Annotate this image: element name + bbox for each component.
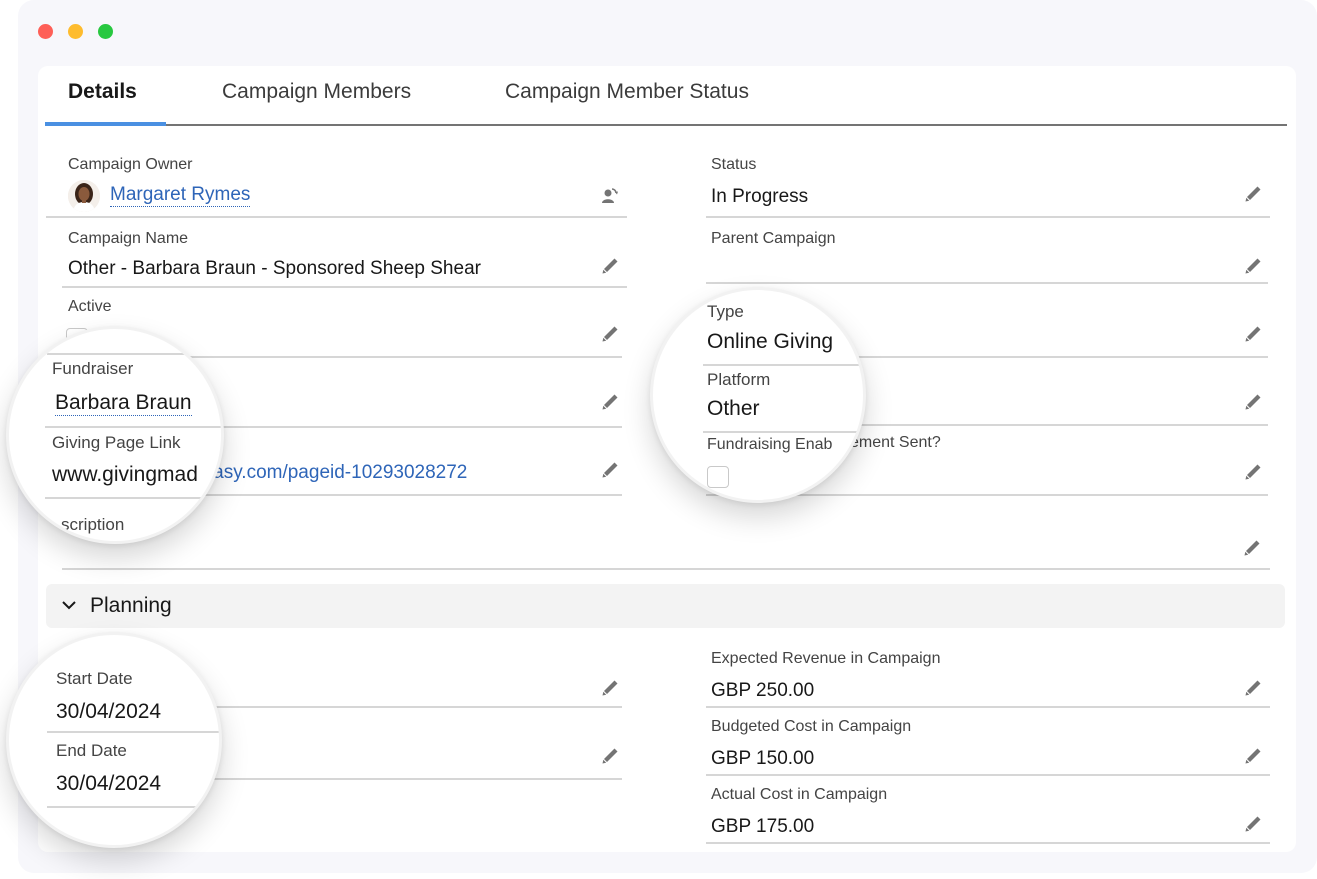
field-label-suffix: ement Sent? [850, 434, 941, 451]
divider [703, 431, 863, 433]
owner-avatar [68, 180, 100, 212]
edit-pencil-icon[interactable] [600, 460, 620, 480]
giving-page-link-suffix[interactable]: eeasy.com/pageid-10293028272 [192, 462, 467, 484]
change-owner-icon[interactable] [600, 186, 620, 206]
fundraiser-label: Fundraiser [52, 359, 134, 378]
edit-pencil-icon[interactable] [1243, 814, 1263, 834]
platform-label: Platform [707, 370, 771, 389]
status-value: In Progress [711, 186, 809, 207]
section-title: Planning [90, 594, 172, 617]
edit-pencil-icon[interactable] [1243, 678, 1263, 698]
tab-campaign-members[interactable]: Campaign Members [222, 66, 411, 124]
magnifier-fundraiser: Fundraiser Barbara Braun Giving Page Lin… [6, 326, 224, 544]
budgeted-cost-value: GBP 150.00 [711, 748, 815, 769]
divider [45, 426, 221, 428]
edit-pencil-icon[interactable] [1243, 746, 1263, 766]
tab-campaign-member-status[interactable]: Campaign Member Status [505, 66, 749, 124]
campaign-name-value: Other - Barbara Braun - Sponsored Sheep … [68, 258, 481, 279]
edit-pencil-icon[interactable] [600, 678, 620, 698]
edit-pencil-icon[interactable] [1243, 462, 1263, 482]
start-date-value: 30/04/2024 [56, 700, 162, 723]
end-date-value: 30/04/2024 [56, 772, 162, 795]
fundraising-enablement-label-prefix: Fundraising Enab [707, 436, 833, 453]
maximize-window-button[interactable] [98, 24, 113, 39]
start-date-label: Start Date [56, 669, 133, 688]
divider [703, 364, 863, 366]
giving-page-link-label: Giving Page Link [52, 433, 181, 452]
planning-section-header[interactable]: Planning [46, 584, 1285, 628]
fundraiser-link[interactable]: Barbara Braun [55, 391, 192, 416]
platform-value: Other [707, 397, 760, 420]
field-label: Active [68, 298, 112, 315]
fundraising-enablement-checkbox[interactable] [707, 466, 729, 488]
campaign-owner-link[interactable]: Margaret Rymes [110, 184, 251, 207]
field-label: Campaign Name [68, 230, 189, 247]
edit-pencil-icon[interactable] [600, 256, 620, 276]
magnifier-dates: Start Date 30/04/2024 End Date 30/04/202… [6, 632, 222, 848]
edit-pencil-icon[interactable] [1243, 256, 1263, 276]
edit-pencil-icon[interactable] [600, 746, 620, 766]
divider [47, 806, 197, 808]
description-label: scription [61, 515, 125, 534]
divider [45, 497, 221, 499]
type-label: Type [707, 302, 744, 321]
divider [47, 731, 219, 733]
expected-revenue-value: GBP 250.00 [711, 680, 815, 701]
field-label: Campaign Owner [68, 156, 193, 173]
field-parent-campaign: Parent Campaign [706, 226, 1268, 284]
field-budgeted-cost: Budgeted Cost in Campaign GBP 150.00 [706, 714, 1270, 776]
close-window-button[interactable] [38, 24, 53, 39]
field-label: Expected Revenue in Campaign [711, 650, 941, 667]
active-tab-indicator [45, 122, 166, 126]
field-campaign-name: Campaign Name Other - Barbara Braun - Sp… [62, 226, 627, 288]
field-status: Status In Progress [706, 150, 1270, 218]
edit-pencil-icon[interactable] [1243, 392, 1263, 412]
edit-pencil-icon[interactable] [1243, 184, 1263, 204]
magnifier-type-platform: Type Online Giving Platform Other Fundra… [650, 287, 866, 503]
tab-bar: Details Campaign Members Campaign Member… [45, 66, 1287, 126]
edit-pencil-icon[interactable] [600, 324, 620, 344]
divider [47, 353, 221, 355]
tab-label: Details [68, 80, 137, 103]
field-label: Parent Campaign [711, 230, 836, 247]
actual-cost-value: GBP 175.00 [711, 816, 815, 837]
edit-pencil-icon[interactable] [1243, 324, 1263, 344]
chevron-down-icon [62, 601, 76, 610]
field-label: Actual Cost in Campaign [711, 786, 888, 803]
tab-label: Campaign Members [222, 80, 412, 103]
field-expected-revenue: Expected Revenue in Campaign GBP 250.00 [706, 646, 1270, 708]
tab-label: Campaign Member Status [505, 80, 749, 103]
giving-page-link[interactable]: eeasy.com/pageid-10293028272 [192, 462, 467, 483]
tab-details[interactable]: Details [68, 66, 137, 124]
type-value: Online Giving [707, 330, 834, 353]
giving-page-link-prefix[interactable]: www.givingmad [52, 463, 198, 487]
edit-pencil-icon[interactable] [600, 392, 620, 412]
end-date-label: End Date [56, 741, 127, 760]
minimize-window-button[interactable] [68, 24, 83, 39]
field-actual-cost: Actual Cost in Campaign GBP 175.00 [706, 782, 1270, 844]
field-description [62, 504, 1270, 570]
field-label: Budgeted Cost in Campaign [711, 718, 912, 735]
field-label: Status [711, 156, 757, 173]
field-campaign-owner: Campaign Owner Margaret Rymes [46, 150, 627, 218]
edit-pencil-icon[interactable] [1242, 538, 1262, 558]
